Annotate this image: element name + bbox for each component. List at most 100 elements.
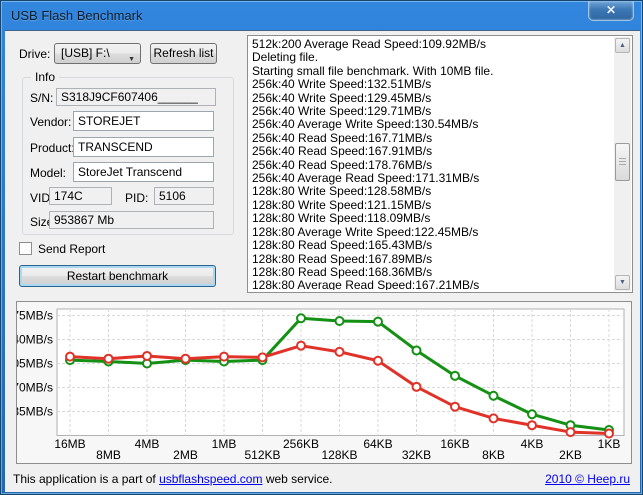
- data-point: [257, 352, 268, 363]
- data-point: [373, 316, 383, 327]
- chevron-down-icon: ▼: [128, 56, 135, 63]
- y-tick-label: 105MB/s: [17, 357, 53, 371]
- scroll-down-button[interactable]: ▼: [615, 275, 630, 290]
- scroll-up-icon: ▲: [619, 42, 626, 49]
- x-tick-label: 4MB: [135, 437, 160, 451]
- data-point: [450, 401, 460, 412]
- x-tick-label: 128KB: [321, 448, 357, 462]
- close-button[interactable]: ✕: [588, 1, 634, 21]
- log-line: 256k:40 Write Speed:129.71MB/s: [252, 104, 432, 119]
- log-lines: 512k:200 Average Read Speed:109.92MB/s De…: [252, 38, 612, 290]
- status-suffix: web service.: [262, 472, 333, 486]
- data-point: [411, 381, 422, 392]
- pid-label: PID:: [125, 191, 149, 205]
- client-area: Drive: [USB] F:\ ▼ Refresh list Info S/N…: [5, 30, 640, 492]
- log-line: 256k:40 Write Speed:129.45MB/s: [252, 90, 432, 105]
- product-field[interactable]: [73, 137, 214, 157]
- x-tick-label: 1MB: [212, 437, 237, 451]
- scroll-up-button[interactable]: ▲: [615, 38, 630, 53]
- send-report-checkbox[interactable]: [19, 242, 32, 255]
- log-line: 256k:40 Average Read Speed:171.31MB/s: [252, 171, 480, 186]
- pid-field[interactable]: [154, 187, 214, 205]
- log-line: 256k:40 Read Speed:167.91MB/s: [252, 144, 433, 159]
- log-line: 128k:80 Average Write Speed:122.45MB/s: [252, 224, 479, 239]
- sn-field[interactable]: [56, 88, 216, 106]
- data-point: [488, 413, 499, 424]
- log-line: Deleting file.: [252, 50, 319, 65]
- log-line: 128k:80 Read Speed:165.43MB/s: [252, 238, 433, 253]
- data-point: [411, 345, 422, 356]
- data-point: [334, 315, 345, 326]
- data-point: [488, 390, 499, 401]
- benchmark-log[interactable]: 512k:200 Average Read Speed:109.92MB/s De…: [247, 35, 633, 293]
- info-group-title: Info: [31, 70, 60, 84]
- close-icon: ✕: [605, 3, 617, 17]
- heep-credit-link[interactable]: 2010 © Heep.ru: [545, 472, 630, 486]
- x-tick-label: 8KB: [482, 448, 505, 462]
- product-label: Product:: [30, 141, 75, 155]
- x-tick-label: 16KB: [440, 437, 469, 451]
- x-tick-label: 2MB: [173, 448, 198, 462]
- status-bar: This application is a part of usbflashsp…: [5, 464, 640, 493]
- log-line: 128k:80 Write Speed:118.09MB/s: [252, 211, 431, 226]
- vendor-field[interactable]: [73, 111, 214, 131]
- thumb-grip-icon: [619, 158, 626, 166]
- log-line: 128k:80 Read Speed:168.36MB/s: [252, 264, 433, 279]
- log-line: 512k:200 Average Read Speed:109.92MB/s: [252, 38, 486, 51]
- x-tick-label: 16MB: [54, 437, 85, 451]
- log-line: 128k:80 Read Speed:167.89MB/s: [252, 251, 433, 266]
- drive-label: Drive:: [19, 47, 51, 61]
- data-point: [373, 355, 383, 366]
- data-point: [103, 353, 114, 364]
- data-point: [334, 346, 345, 357]
- data-point: [296, 340, 306, 351]
- drive-select-value: [USB] F:\: [61, 46, 110, 60]
- data-point: [527, 409, 537, 420]
- x-tick-label: 32KB: [402, 448, 431, 462]
- log-line: 256k:40 Average Write Speed:130.54MB/s: [252, 117, 479, 132]
- x-tick-label: 2KB: [559, 448, 582, 462]
- send-report-label: Send Report: [38, 242, 106, 256]
- y-tick-label: 140MB/s: [17, 333, 53, 347]
- data-point: [180, 353, 191, 364]
- x-tick-label: 64KB: [363, 437, 392, 451]
- x-tick-label: 4KB: [521, 437, 544, 451]
- drive-select[interactable]: [USB] F:\ ▼: [54, 43, 141, 64]
- model-field[interactable]: [73, 162, 214, 182]
- log-line: 256k:40 Write Speed:132.51MB/s: [252, 77, 432, 92]
- log-line: 128k:80 Write Speed:128.58MB/s: [252, 184, 432, 199]
- sn-label: S/N:: [30, 91, 54, 105]
- log-line: 128k:80 Write Speed:121.15MB/s: [252, 197, 432, 212]
- log-line: 256k:40 Read Speed:178.76MB/s: [252, 157, 433, 172]
- data-point: [296, 313, 306, 324]
- info-groupbox: Info S/N: Vendor: Product: Model: VID: P…: [22, 70, 234, 235]
- x-tick-label: 512KB: [244, 448, 280, 462]
- benchmark-chart: 175MB/s 140MB/s 105MB/s 70MB/s 35MB/s 16MB 8MB…: [6, 308, 625, 462]
- refresh-list-button[interactable]: Refresh list: [150, 43, 217, 64]
- vid-field[interactable]: [49, 187, 112, 205]
- data-point: [565, 427, 576, 438]
- usbflashspeed-link[interactable]: usbflashspeed.com: [159, 472, 262, 486]
- status-text: This application is a part of usbflashsp…: [13, 472, 333, 486]
- y-tick-label: 70MB/s: [17, 381, 53, 395]
- app-window: USB Flash Benchmark ✕ Drive: [USB] F:\ ▼…: [0, 0, 643, 495]
- vendor-label: Vendor:: [30, 115, 72, 129]
- data-point: [604, 428, 614, 439]
- y-tick-label: 35MB/s: [17, 405, 53, 419]
- data-point: [142, 350, 152, 361]
- data-point: [219, 351, 229, 362]
- log-line: 128k:80 Average Read Speed:167.21MB/s: [252, 278, 480, 290]
- log-scrollbar[interactable]: ▲ ▼: [614, 37, 631, 291]
- x-tick-label: 8MB: [96, 448, 121, 462]
- log-line: Starting small file benchmark. With 10MB…: [252, 63, 494, 78]
- window-title: USB Flash Benchmark: [11, 8, 143, 23]
- speed-chart-panel: 175MB/s 140MB/s 105MB/s 70MB/s 35MB/s 16MB 8MB…: [6, 301, 632, 464]
- restart-benchmark-button[interactable]: Restart benchmark: [19, 265, 216, 287]
- title-bar[interactable]: USB Flash Benchmark ✕: [1, 1, 642, 30]
- status-prefix: This application is a part of: [13, 472, 160, 486]
- data-point: [527, 420, 537, 431]
- data-point: [450, 370, 460, 381]
- log-line: 256k:40 Read Speed:167.71MB/s: [252, 130, 433, 145]
- size-field[interactable]: [49, 211, 214, 229]
- scrollbar-thumb[interactable]: [615, 143, 630, 181]
